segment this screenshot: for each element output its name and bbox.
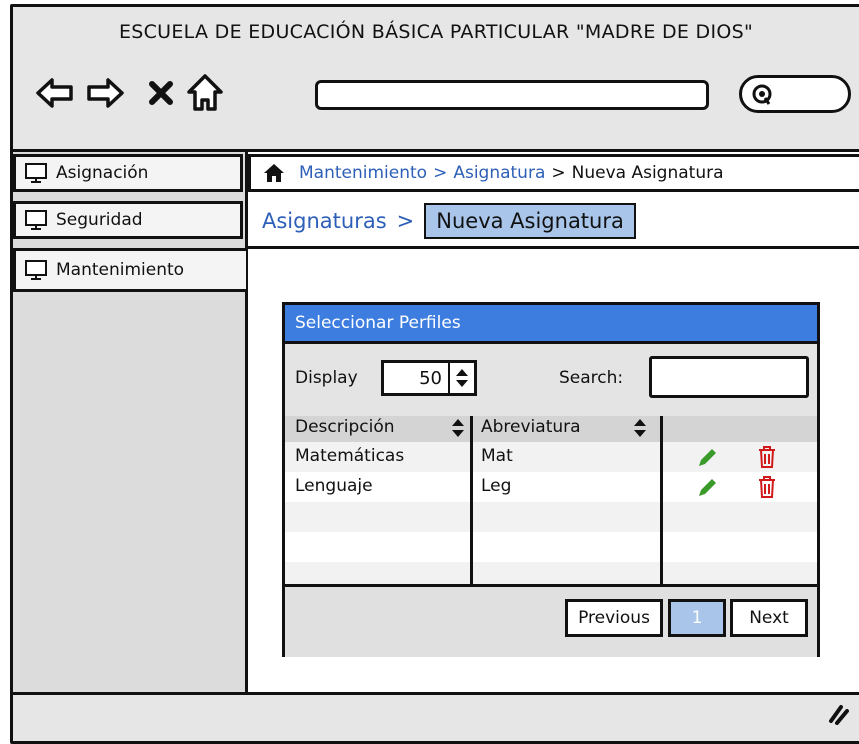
breadcrumb-separator: > bbox=[551, 163, 566, 183]
resize-grip-icon[interactable] bbox=[825, 701, 849, 725]
browser-search-button[interactable] bbox=[739, 75, 851, 113]
breadcrumb-separator: > bbox=[433, 163, 448, 183]
sort-icon[interactable] bbox=[451, 418, 465, 438]
breadcrumb: Mantenimiento > Asignatura > Nueva Asign… bbox=[248, 154, 859, 192]
sidebar-item-label: Mantenimiento bbox=[56, 260, 185, 280]
column-descripcion[interactable]: Descripción bbox=[295, 417, 395, 437]
pagination: Previous 1 Next bbox=[285, 584, 817, 657]
edit-icon[interactable] bbox=[695, 446, 719, 470]
close-icon[interactable] bbox=[139, 71, 183, 115]
status-bar-divider bbox=[13, 692, 859, 695]
header-separator: > bbox=[396, 209, 415, 233]
table-controls: Display 50 Search: bbox=[285, 341, 817, 419]
navigation-bar bbox=[23, 71, 853, 119]
back-arrow-icon[interactable] bbox=[33, 71, 77, 115]
breadcrumb-mantenimiento[interactable]: Mantenimiento bbox=[299, 163, 427, 183]
search-label: Search: bbox=[559, 368, 624, 388]
edit-icon[interactable] bbox=[695, 476, 719, 500]
column-divider bbox=[470, 416, 473, 584]
column-abreviatura[interactable]: Abreviatura bbox=[481, 417, 581, 437]
search-icon bbox=[752, 84, 772, 105]
home-icon[interactable] bbox=[183, 71, 227, 115]
cell-descripcion: Lenguaje bbox=[295, 476, 373, 496]
table-header: Descripción Abreviatura bbox=[285, 416, 817, 442]
asignaturas-link[interactable]: Asignaturas bbox=[262, 209, 387, 233]
monitor-icon bbox=[25, 163, 47, 183]
cell-descripcion: Matemáticas bbox=[295, 446, 405, 466]
sidebar-item-asignacion[interactable]: Asignación bbox=[13, 154, 243, 192]
forward-arrow-icon[interactable] bbox=[83, 71, 127, 115]
table-row: Matemáticas Mat bbox=[285, 442, 817, 472]
nueva-asignatura-tab[interactable]: Nueva Asignatura bbox=[424, 203, 636, 239]
home-icon[interactable] bbox=[263, 163, 285, 183]
next-button[interactable]: Next bbox=[730, 599, 808, 637]
sort-arrows-icon bbox=[448, 363, 474, 393]
delete-icon[interactable] bbox=[755, 444, 779, 470]
monitor-icon bbox=[25, 210, 47, 230]
display-value: 50 bbox=[419, 367, 442, 389]
monitor-icon bbox=[25, 260, 47, 280]
panel-title: Seleccionar Perfiles bbox=[285, 305, 817, 341]
sidebar: Asignación Seguridad Mantenimiento bbox=[13, 152, 248, 692]
delete-icon[interactable] bbox=[755, 474, 779, 500]
cell-abreviatura: Leg bbox=[481, 476, 512, 496]
table-row-empty bbox=[285, 532, 817, 562]
cell-abreviatura: Mat bbox=[481, 446, 513, 466]
app-title: ESCUELA DE EDUCACIÓN BÁSICA PARTICULAR "… bbox=[118, 21, 754, 43]
previous-button[interactable]: Previous bbox=[565, 599, 663, 637]
table-row-empty bbox=[285, 562, 817, 584]
perfiles-panel: Seleccionar Perfiles Display 50 Search: … bbox=[282, 302, 820, 657]
page-1-button[interactable]: 1 bbox=[668, 599, 726, 637]
app-window: ESCUELA DE EDUCACIÓN BÁSICA PARTICULAR "… bbox=[10, 4, 859, 744]
table-row: Lenguaje Leg bbox=[285, 472, 817, 502]
sidebar-item-mantenimiento[interactable]: Mantenimiento bbox=[13, 248, 246, 292]
display-label: Display bbox=[295, 368, 358, 388]
data-table: Descripción Abreviatura Matemáticas Mat … bbox=[285, 416, 817, 584]
page-header: Asignaturas > Nueva Asignatura bbox=[248, 196, 859, 249]
sidebar-item-label: Seguridad bbox=[56, 210, 143, 230]
breadcrumb-current: Nueva Asignatura bbox=[571, 163, 724, 183]
url-input[interactable] bbox=[315, 80, 709, 110]
sidebar-item-seguridad[interactable]: Seguridad bbox=[13, 201, 243, 239]
breadcrumb-asignatura[interactable]: Asignatura bbox=[453, 163, 545, 183]
sidebar-item-label: Asignación bbox=[56, 163, 149, 183]
sort-icon[interactable] bbox=[633, 418, 647, 438]
table-row-empty bbox=[285, 502, 817, 532]
display-select[interactable]: 50 bbox=[381, 360, 477, 396]
main-content: Mantenimiento > Asignatura > Nueva Asign… bbox=[248, 152, 859, 692]
search-input[interactable] bbox=[649, 356, 809, 398]
column-divider bbox=[660, 416, 663, 584]
